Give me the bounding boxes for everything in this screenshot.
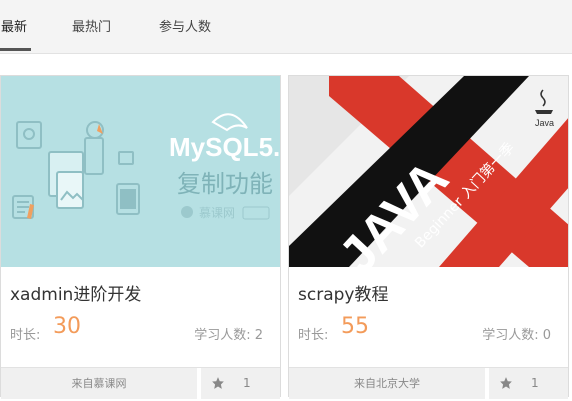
favorite-count: 1	[531, 376, 539, 390]
course-title[interactable]: xadmin进阶开发	[10, 280, 141, 305]
course-thumbnail[interactable]: MySQL5.7 复制功能 慕课网	[1, 76, 280, 267]
star-icon	[212, 377, 224, 389]
card-footer: 来自北京大学 1	[289, 367, 568, 399]
learner-count: 学习人数: 0	[482, 328, 551, 343]
active-tab-indicator	[0, 48, 31, 51]
thumb-brand: 慕课网	[199, 206, 235, 220]
thumb-title-line1: MySQL5.7	[169, 132, 280, 162]
tab-newest[interactable]: 最新	[1, 19, 27, 37]
card-footer: 来自慕课网 1	[1, 367, 280, 399]
course-source: 来自北京大学	[354, 377, 420, 390]
tab-participants[interactable]: 参与人数	[159, 19, 211, 37]
course-card[interactable]: JAVA Beginner 入门第一季 Java scrapy教程 时长: 55…	[288, 75, 569, 399]
duration-value: 30	[53, 314, 81, 339]
course-thumbnail[interactable]: JAVA Beginner 入门第一季 Java	[289, 76, 568, 267]
favorite-count: 1	[243, 376, 251, 390]
duration-value: 55	[341, 314, 369, 339]
tab-bar: 最新 最热门 参与人数	[0, 0, 572, 54]
star-icon	[500, 377, 512, 389]
java-logo-text: Java	[535, 118, 554, 128]
mysql-thumbnail-image: MySQL5.7 复制功能 慕课网	[1, 76, 280, 267]
java-thumbnail-image: JAVA Beginner 入门第一季 Java	[289, 76, 568, 267]
duration-label: 时长:	[298, 328, 329, 343]
favorite-button[interactable]: 1	[201, 368, 280, 399]
duration-label: 时长:	[10, 328, 41, 343]
course-source: 来自慕课网	[71, 377, 127, 390]
course-title[interactable]: scrapy教程	[298, 280, 388, 305]
thumb-title-line2: 复制功能	[177, 170, 273, 198]
course-card[interactable]: MySQL5.7 复制功能 慕课网 xadmin进阶开发 时长: 30 学习人数…	[0, 75, 281, 399]
learner-count: 学习人数: 2	[194, 328, 263, 343]
favorite-button[interactable]: 1	[489, 368, 568, 399]
tab-hottest[interactable]: 最热门	[72, 19, 111, 37]
